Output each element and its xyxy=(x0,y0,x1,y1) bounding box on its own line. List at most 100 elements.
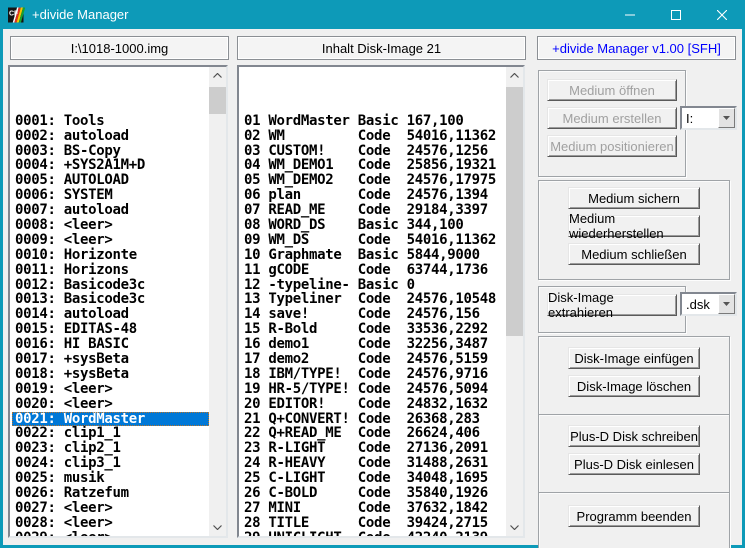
list-item[interactable]: 06 plan Code 24576,1394 xyxy=(244,188,506,203)
list-item[interactable]: 18 IBM/TYPE! Code 24576,9716 xyxy=(244,367,506,382)
list-item[interactable]: 0005: AUTOLOAD xyxy=(15,173,209,188)
open-medium-button[interactable]: Medium öffnen xyxy=(547,79,677,101)
insert-disk-image-button[interactable]: Disk-Image einfügen xyxy=(568,347,700,369)
restore-medium-button[interactable]: Medium wiederherstellen xyxy=(568,215,700,237)
list-item[interactable]: 21 Q+CONVERT! Code 26368,283 xyxy=(244,412,506,427)
list-item[interactable]: 15 R-Bold Code 33536,2292 xyxy=(244,322,506,337)
list-item[interactable]: 09 WM_DS Code 54016,11362 xyxy=(244,233,506,248)
list-item[interactable]: 28 TITLE Code 39424,2715 xyxy=(244,516,506,531)
backup-medium-button[interactable]: Medium sichern xyxy=(568,187,700,209)
list-item[interactable]: 03 CUSTOM! Code 24576,1256 xyxy=(244,144,506,159)
version-field: +divide Manager v1.00 [SFH] xyxy=(537,36,736,60)
content-area: I:\1018-1000.img Inhalt Disk-Image 21 +d… xyxy=(3,29,742,545)
list-item[interactable]: 27 MINI Code 37632,1842 xyxy=(244,501,506,516)
read-plusd-disk-button[interactable]: Plus-D Disk einlesen xyxy=(568,453,700,475)
list-item[interactable]: 0020: <leer> xyxy=(15,397,209,412)
list-item[interactable]: 29 UNICLIGHT Code 42240,2139 xyxy=(244,531,506,536)
list-item[interactable]: 0001: Tools xyxy=(15,114,209,129)
list-item[interactable]: 0014: autoload xyxy=(15,307,209,322)
minimize-button[interactable] xyxy=(607,0,653,29)
list-item[interactable]: 0026: Ratzefum xyxy=(15,486,209,501)
maximize-icon xyxy=(671,10,681,20)
list-item[interactable]: 0013: Basicode3c xyxy=(15,292,209,307)
chevron-up-icon xyxy=(510,73,519,78)
list-item[interactable]: 04 WM_DEMO1 Code 25856,19321 xyxy=(244,158,506,173)
scroll-thumb[interactable] xyxy=(209,87,226,114)
scroll-down-button[interactable] xyxy=(506,519,523,536)
list-item[interactable]: 0024: clip3_1 xyxy=(15,456,209,471)
list-item[interactable]: 0006: SYSTEM xyxy=(15,188,209,203)
list-item[interactable]: 0003: BS-Copy xyxy=(15,144,209,159)
chevron-up-icon xyxy=(213,73,222,78)
list-item[interactable]: 0028: <leer> xyxy=(15,516,209,531)
list-item[interactable]: 0002: autoload xyxy=(15,129,209,144)
list-item[interactable]: 08 WORD_DS Basic 344,100 xyxy=(244,218,506,233)
scroll-down-button[interactable] xyxy=(209,519,226,536)
window-title: +divide Manager xyxy=(32,7,128,22)
list-item[interactable]: 0010: Horizonte xyxy=(15,248,209,263)
list-item[interactable]: 01 WordMaster Basic 167,100 xyxy=(244,114,506,129)
file-list[interactable]: 01 WordMaster Basic 167,10002 WM Code 54… xyxy=(237,65,525,538)
list-item[interactable]: 02 WM Code 54016,11362 xyxy=(244,129,506,144)
titlebar[interactable]: CF +divide Manager xyxy=(0,0,745,29)
position-medium-button[interactable]: Medium positionieren xyxy=(547,135,677,157)
drive-select[interactable]: I: xyxy=(680,106,737,130)
group-medium-ops: Medium sichern Medium wiederherstellen M… xyxy=(538,180,730,280)
group-image-ops: Disk-Image einfügen Disk-Image löschen xyxy=(538,336,730,416)
list-item[interactable]: 26 C-BOLD Code 35840,1926 xyxy=(244,486,506,501)
chevron-down-icon[interactable] xyxy=(718,108,735,128)
list-item[interactable]: 0019: <leer> xyxy=(15,382,209,397)
list-item[interactable]: 0015: EDITAS-48 xyxy=(15,322,209,337)
list-item[interactable]: 16 demo1 Code 32256,3487 xyxy=(244,337,506,352)
list-item[interactable]: 0011: Horizons xyxy=(15,263,209,278)
close-icon xyxy=(717,10,727,20)
scroll-up-button[interactable] xyxy=(209,67,226,84)
list-item[interactable]: 0027: <leer> xyxy=(15,501,209,516)
list-item[interactable]: 0004: +SYS2A1M+D xyxy=(15,158,209,173)
list-item[interactable]: 19 HR-5/TYPE! Code 24576,5094 xyxy=(244,382,506,397)
list-item[interactable]: 17 demo2 Code 24576,5159 xyxy=(244,352,506,367)
list-item[interactable]: 0025: musik xyxy=(15,471,209,486)
list-item[interactable]: 20 EDITOR! Code 24832,1632 xyxy=(244,397,506,412)
scroll-up-button[interactable] xyxy=(506,67,523,84)
scrollbar[interactable] xyxy=(506,67,523,536)
list-item[interactable]: 22 Q+READ_ME Code 26624,406 xyxy=(244,426,506,441)
list-item[interactable]: 0022: clip1_1 xyxy=(15,426,209,441)
list-item[interactable]: 24 R-HEAVY Code 31488,2631 xyxy=(244,456,506,471)
list-item[interactable]: 10 Graphmate Basic 5844,9000 xyxy=(244,248,506,263)
image-list[interactable]: 0001: Tools0002: autoload0003: BS-Copy00… xyxy=(8,65,228,538)
scrollbar[interactable] xyxy=(209,67,226,536)
list-item[interactable]: 07 READ_ME Code 29184,3397 xyxy=(244,203,506,218)
list-item[interactable]: 13 Typeliner Code 24576,10548 xyxy=(244,292,506,307)
chevron-down-icon[interactable] xyxy=(718,294,735,314)
list-item[interactable]: 0008: <leer> xyxy=(15,218,209,233)
list-item[interactable]: 23 R-LIGHT Code 27136,2091 xyxy=(244,441,506,456)
list-item[interactable]: 0023: clip2_1 xyxy=(15,441,209,456)
scroll-thumb[interactable] xyxy=(506,87,523,336)
format-select-value: .dsk xyxy=(682,294,718,314)
list-item[interactable]: 0007: autoload xyxy=(15,203,209,218)
extract-disk-image-button[interactable]: Disk-Image extrahieren xyxy=(547,294,677,316)
exit-program-button[interactable]: Programm beenden xyxy=(568,505,700,527)
write-plusd-disk-button[interactable]: Plus-D Disk schreiben xyxy=(568,425,700,447)
delete-disk-image-button[interactable]: Disk-Image löschen xyxy=(568,375,700,397)
list-item[interactable]: 0021: WordMaster xyxy=(12,412,209,427)
chevron-down-icon xyxy=(510,525,519,530)
list-item[interactable]: 0017: +sysBeta xyxy=(15,352,209,367)
list-item[interactable]: 0012: Basicode3c xyxy=(15,278,209,293)
list-item[interactable]: 11 gCODE Code 63744,1736 xyxy=(244,263,506,278)
list-item[interactable]: 14 save! Code 24576,156 xyxy=(244,307,506,322)
close-medium-button[interactable]: Medium schließen xyxy=(568,243,700,265)
list-item[interactable]: 05 WM_DEMO2 Code 24576,17975 xyxy=(244,173,506,188)
list-item[interactable]: 0018: +sysBeta xyxy=(15,367,209,382)
image-path-text: I:\1018-1000.img xyxy=(71,41,169,56)
list-item[interactable]: 0029: <leer> xyxy=(15,531,209,536)
list-item[interactable]: 0016: HI BASIC xyxy=(15,337,209,352)
list-item[interactable]: 25 C-LIGHT Code 34048,1695 xyxy=(244,471,506,486)
close-button[interactable] xyxy=(699,0,745,29)
list-item[interactable]: 0009: <leer> xyxy=(15,233,209,248)
maximize-button[interactable] xyxy=(653,0,699,29)
list-item[interactable]: 12 -typeline- Basic 0 xyxy=(244,278,506,293)
format-select[interactable]: .dsk xyxy=(680,292,737,316)
create-medium-button[interactable]: Medium erstellen xyxy=(547,107,677,129)
